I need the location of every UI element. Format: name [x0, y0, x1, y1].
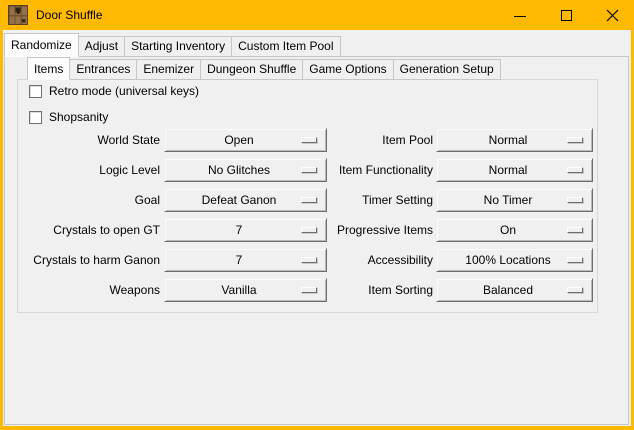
door-icon: [8, 5, 28, 25]
dropdown-value: 100% Locations: [437, 253, 567, 267]
world-state-label: World State: [20, 128, 160, 152]
shopsanity-checkbox[interactable]: Shopsanity: [29, 109, 108, 125]
logic-level-label: Logic Level: [20, 158, 160, 182]
dropdown-value: Defeat Ganon: [165, 193, 301, 207]
dropdown-indicator-icon: [567, 167, 583, 173]
close-icon: [606, 9, 619, 22]
crystals-ganon-label: Crystals to harm Ganon: [20, 248, 160, 272]
tab-generation-setup[interactable]: Generation Setup: [393, 59, 501, 80]
dropdown-value: No Glitches: [165, 163, 301, 177]
minimize-icon: [514, 16, 526, 17]
dropdown-value: Balanced: [437, 283, 567, 297]
maximize-icon: [561, 10, 572, 21]
dropdown-indicator-icon: [567, 287, 583, 293]
dropdown-value: On: [437, 223, 567, 237]
retro-mode-checkbox[interactable]: Retro mode (universal keys): [29, 83, 199, 99]
tab-starting-inventory[interactable]: Starting Inventory: [124, 36, 232, 57]
dropdown-indicator-icon: [567, 257, 583, 263]
item-sorting-dropdown[interactable]: Balanced: [436, 278, 593, 302]
maximize-button[interactable]: [550, 0, 582, 30]
item-pool-label: Item Pool: [298, 128, 433, 152]
accessibility-dropdown[interactable]: 100% Locations: [436, 248, 593, 272]
item-sorting-label: Item Sorting: [298, 278, 433, 302]
dropdown-indicator-icon: [567, 197, 583, 203]
timer-setting-label: Timer Setting: [298, 188, 433, 212]
tab-items[interactable]: Items: [27, 57, 70, 80]
progressive-items-dropdown[interactable]: On: [436, 218, 593, 242]
item-functionality-label: Item Functionality: [298, 158, 433, 182]
tab-adjust[interactable]: Adjust: [78, 36, 125, 57]
main-tab-bar: Randomize Adjust Starting Inventory Cust…: [4, 33, 340, 57]
timer-setting-dropdown[interactable]: No Timer: [436, 188, 593, 212]
tab-enemizer[interactable]: Enemizer: [136, 59, 201, 80]
weapons-label: Weapons: [20, 278, 160, 302]
crystals-gt-label: Crystals to open GT: [20, 218, 160, 242]
items-options-frame: Retro mode (universal keys) Shopsanity W…: [17, 79, 598, 313]
dropdown-indicator-icon: [567, 227, 583, 233]
sub-tab-bar: Items Entrances Enemizer Dungeon Shuffle…: [27, 57, 500, 80]
dropdown-value: Normal: [437, 133, 567, 147]
dropdown-value: Vanilla: [165, 283, 301, 297]
accessibility-label: Accessibility: [298, 248, 433, 272]
tab-randomize[interactable]: Randomize: [4, 33, 79, 57]
tab-game-options[interactable]: Game Options: [302, 59, 393, 80]
minimize-button[interactable]: [504, 0, 536, 30]
progressive-items-label: Progressive Items: [298, 218, 433, 242]
dropdown-value: No Timer: [437, 193, 567, 207]
dropdown-value: Normal: [437, 163, 567, 177]
close-button[interactable]: [596, 0, 628, 30]
checkbox-icon[interactable]: [29, 111, 42, 124]
tab-dungeon-shuffle[interactable]: Dungeon Shuffle: [200, 59, 303, 80]
dropdown-indicator-icon: [567, 137, 583, 143]
title-bar[interactable]: Door Shuffle: [0, 0, 634, 30]
tab-entrances[interactable]: Entrances: [69, 59, 137, 80]
dropdown-value: 7: [165, 253, 301, 267]
window-title: Door Shuffle: [36, 0, 103, 30]
dropdown-value: Open: [165, 133, 301, 147]
shopsanity-label: Shopsanity: [49, 110, 108, 124]
retro-mode-label: Retro mode (universal keys): [49, 84, 199, 98]
tab-custom-item-pool[interactable]: Custom Item Pool: [231, 36, 340, 57]
checkbox-icon[interactable]: [29, 85, 42, 98]
dropdown-value: 7: [165, 223, 301, 237]
item-pool-dropdown[interactable]: Normal: [436, 128, 593, 152]
app-window: Door Shuffle Randomize Adjust Starting I…: [0, 0, 634, 430]
goal-label: Goal: [20, 188, 160, 212]
item-functionality-dropdown[interactable]: Normal: [436, 158, 593, 182]
